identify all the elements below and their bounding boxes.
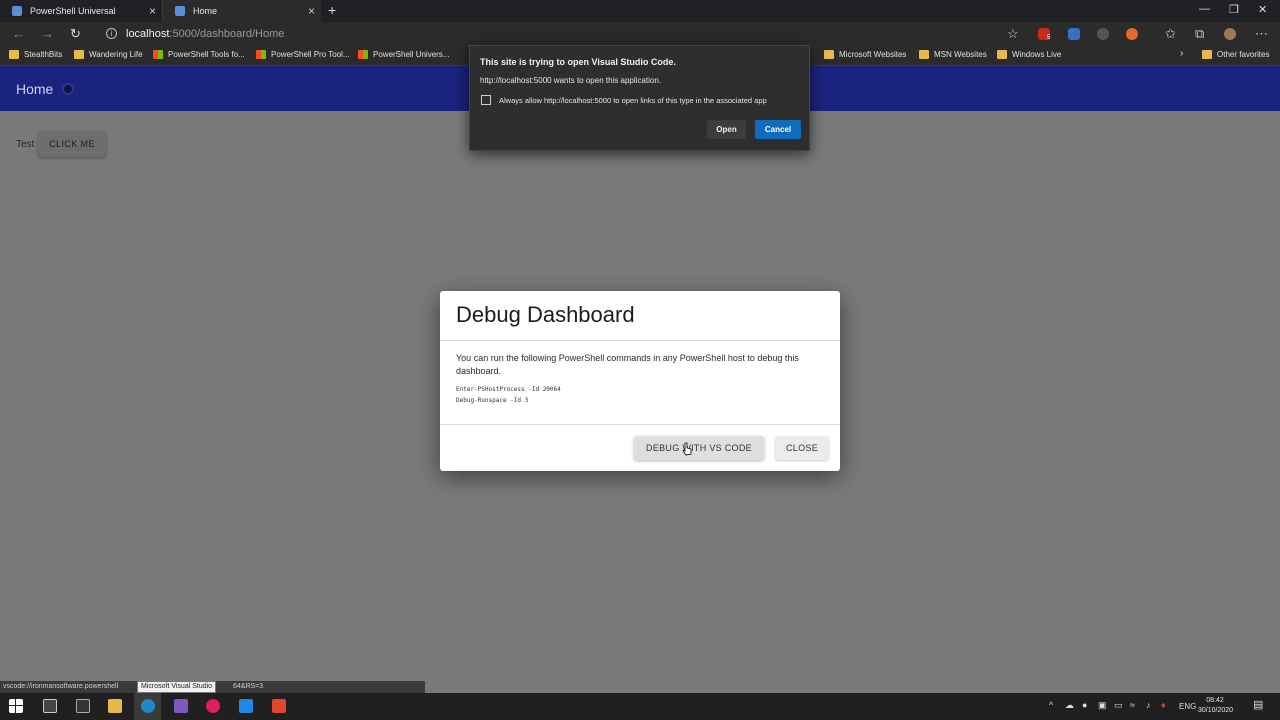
dialog-title: Debug Dashboard: [456, 302, 635, 327]
divider: [440, 340, 840, 341]
refresh-icon[interactable]: ↻: [70, 26, 81, 42]
favorites-icon[interactable]: ✩: [1165, 26, 1176, 42]
tab-label: Home: [193, 6, 218, 16]
hand-cursor-icon: [682, 442, 692, 456]
app-icon[interactable]: [272, 699, 286, 713]
chevron-right-icon[interactable]: ›: [1180, 48, 1183, 59]
profile-avatar[interactable]: [1224, 28, 1236, 40]
favorite-item[interactable]: MSN Websites: [919, 50, 987, 59]
new-tab-icon[interactable]: +: [328, 2, 336, 18]
status-link-end: 64&RS=3: [233, 683, 264, 690]
edge-icon[interactable]: [141, 699, 155, 713]
tab-home[interactable]: Home ×: [163, 0, 321, 22]
open-button[interactable]: Open: [707, 120, 746, 139]
url-host: localhost: [126, 28, 170, 40]
microphone-icon[interactable]: ●: [1082, 700, 1087, 710]
battery-icon[interactable]: ▭: [1114, 700, 1123, 711]
back-icon[interactable]: ←: [12, 26, 25, 41]
always-allow-label: Always allow http://localhost:5000 to op…: [499, 96, 767, 105]
favorite-item[interactable]: PowerShell Univers...: [358, 50, 449, 59]
extension-icon[interactable]: [1068, 28, 1080, 40]
code-line: Debug-Runspace -Id 3: [456, 397, 529, 404]
chevron-up-icon[interactable]: ^: [1049, 700, 1053, 710]
url-field[interactable]: i localhost:5000/dashboard/Home: [106, 25, 1026, 43]
visual-studio-icon[interactable]: [174, 699, 188, 713]
tab-powershell-universal[interactable]: PowerShell Universal ×: [0, 0, 163, 22]
settings-more-icon[interactable]: ⋯: [1255, 26, 1268, 42]
extension-badge: 5: [1047, 35, 1051, 41]
microsoft-icon: [256, 50, 266, 59]
divider: [440, 424, 840, 425]
favorite-item[interactable]: StealthBits: [9, 50, 62, 59]
network-icon[interactable]: ♦: [1161, 700, 1166, 710]
prompt-message: http://localhost:5000 wants to open this…: [480, 76, 662, 85]
theme-toggle-icon[interactable]: [62, 83, 74, 95]
prompt-title: This site is trying to open Visual Studi…: [480, 57, 676, 67]
address-bar-row: ← → ↻ i localhost:5000/dashboard/Home ☆ …: [0, 22, 1280, 46]
bookmark-icon: [74, 50, 84, 59]
favorite-item[interactable]: Wandering Life: [74, 50, 143, 59]
favorite-item[interactable]: Other favorites: [1202, 50, 1269, 59]
powershell-universal-icon: [12, 6, 22, 16]
click-me-button[interactable]: CLICK ME: [38, 131, 106, 157]
minimize-icon[interactable]: —: [1199, 3, 1210, 15]
debug-dashboard-dialog: Debug Dashboard You can run the followin…: [440, 291, 840, 471]
test-label: Test: [16, 139, 35, 150]
close-tab-icon[interactable]: ×: [149, 4, 156, 18]
folder-icon: [919, 50, 929, 59]
wifi-icon[interactable]: ≈: [1130, 700, 1135, 710]
tab-label: PowerShell Universal: [30, 6, 116, 16]
slack-icon[interactable]: [206, 699, 220, 713]
favorite-item[interactable]: PowerShell Tools fo...: [153, 50, 245, 59]
extension-icon[interactable]: [1097, 28, 1109, 40]
debug-with-vs-code-button[interactable]: DEBUG WITH VS CODE: [634, 436, 764, 460]
url-path: :5000/dashboard/Home: [169, 28, 285, 40]
tooltip: Microsoft Visual Studio: [137, 681, 217, 693]
microsoft-icon: [358, 50, 368, 59]
always-allow-checkbox[interactable]: [481, 95, 491, 105]
console-icon[interactable]: [76, 699, 90, 713]
page-title: Home: [16, 81, 54, 97]
folder-icon: [997, 50, 1007, 59]
forward-icon[interactable]: →: [41, 26, 54, 41]
microsoft-icon: [153, 50, 163, 59]
collections-icon[interactable]: ⧉: [1195, 26, 1204, 42]
terminal-icon[interactable]: [43, 699, 57, 713]
language-indicator[interactable]: ENG: [1179, 702, 1196, 711]
code-line: Enter-PSHostProcess -Id 20064: [456, 386, 561, 393]
clock-time: 08:42: [1206, 697, 1224, 704]
clock[interactable]: 08:42 30/10/2020: [1198, 696, 1234, 716]
restore-icon[interactable]: ❐: [1229, 3, 1239, 16]
volume-icon[interactable]: ♪: [1146, 700, 1151, 710]
folder-icon: [9, 50, 19, 59]
extension-icon[interactable]: [1126, 28, 1138, 40]
status-link-start: vscode://ironmansoftware.powershell: [3, 683, 119, 690]
browser-tab-strip: PowerShell Universal × Home × + — ❐ ✕: [0, 0, 1280, 22]
powershell-universal-icon: [175, 6, 185, 16]
notifications-icon[interactable]: ▤: [1253, 698, 1263, 711]
folder-icon: [824, 50, 834, 59]
taskbar: ^ ☁ ● ▣ ▭ ≈ ♪ ♦ ENG 08:42 30/10/2020 ▤: [0, 693, 1280, 720]
device-icon[interactable]: ▣: [1098, 700, 1107, 711]
clock-date: 30/10/2020: [1198, 707, 1234, 714]
windows-start-icon[interactable]: [9, 699, 23, 713]
dialog-description: You can run the following PowerShell com…: [456, 353, 799, 376]
cancel-button[interactable]: Cancel: [755, 120, 801, 139]
favorite-star-icon[interactable]: ☆: [1007, 26, 1019, 42]
vs-code-icon[interactable]: [239, 699, 253, 713]
favorite-item[interactable]: Microsoft Websites: [824, 50, 906, 59]
close-window-icon[interactable]: ✕: [1258, 3, 1267, 16]
favorite-item[interactable]: PowerShell Pro Tool...: [256, 50, 350, 59]
folder-icon: [1202, 50, 1212, 59]
favorite-item[interactable]: Windows Live: [997, 50, 1061, 59]
open-app-prompt: This site is trying to open Visual Studi…: [469, 45, 810, 151]
close-tab-icon[interactable]: ×: [308, 4, 315, 18]
file-explorer-icon[interactable]: [108, 699, 122, 713]
close-button[interactable]: CLOSE: [775, 436, 829, 460]
site-info-icon[interactable]: i: [106, 28, 117, 39]
cloud-icon[interactable]: ☁: [1065, 700, 1074, 711]
